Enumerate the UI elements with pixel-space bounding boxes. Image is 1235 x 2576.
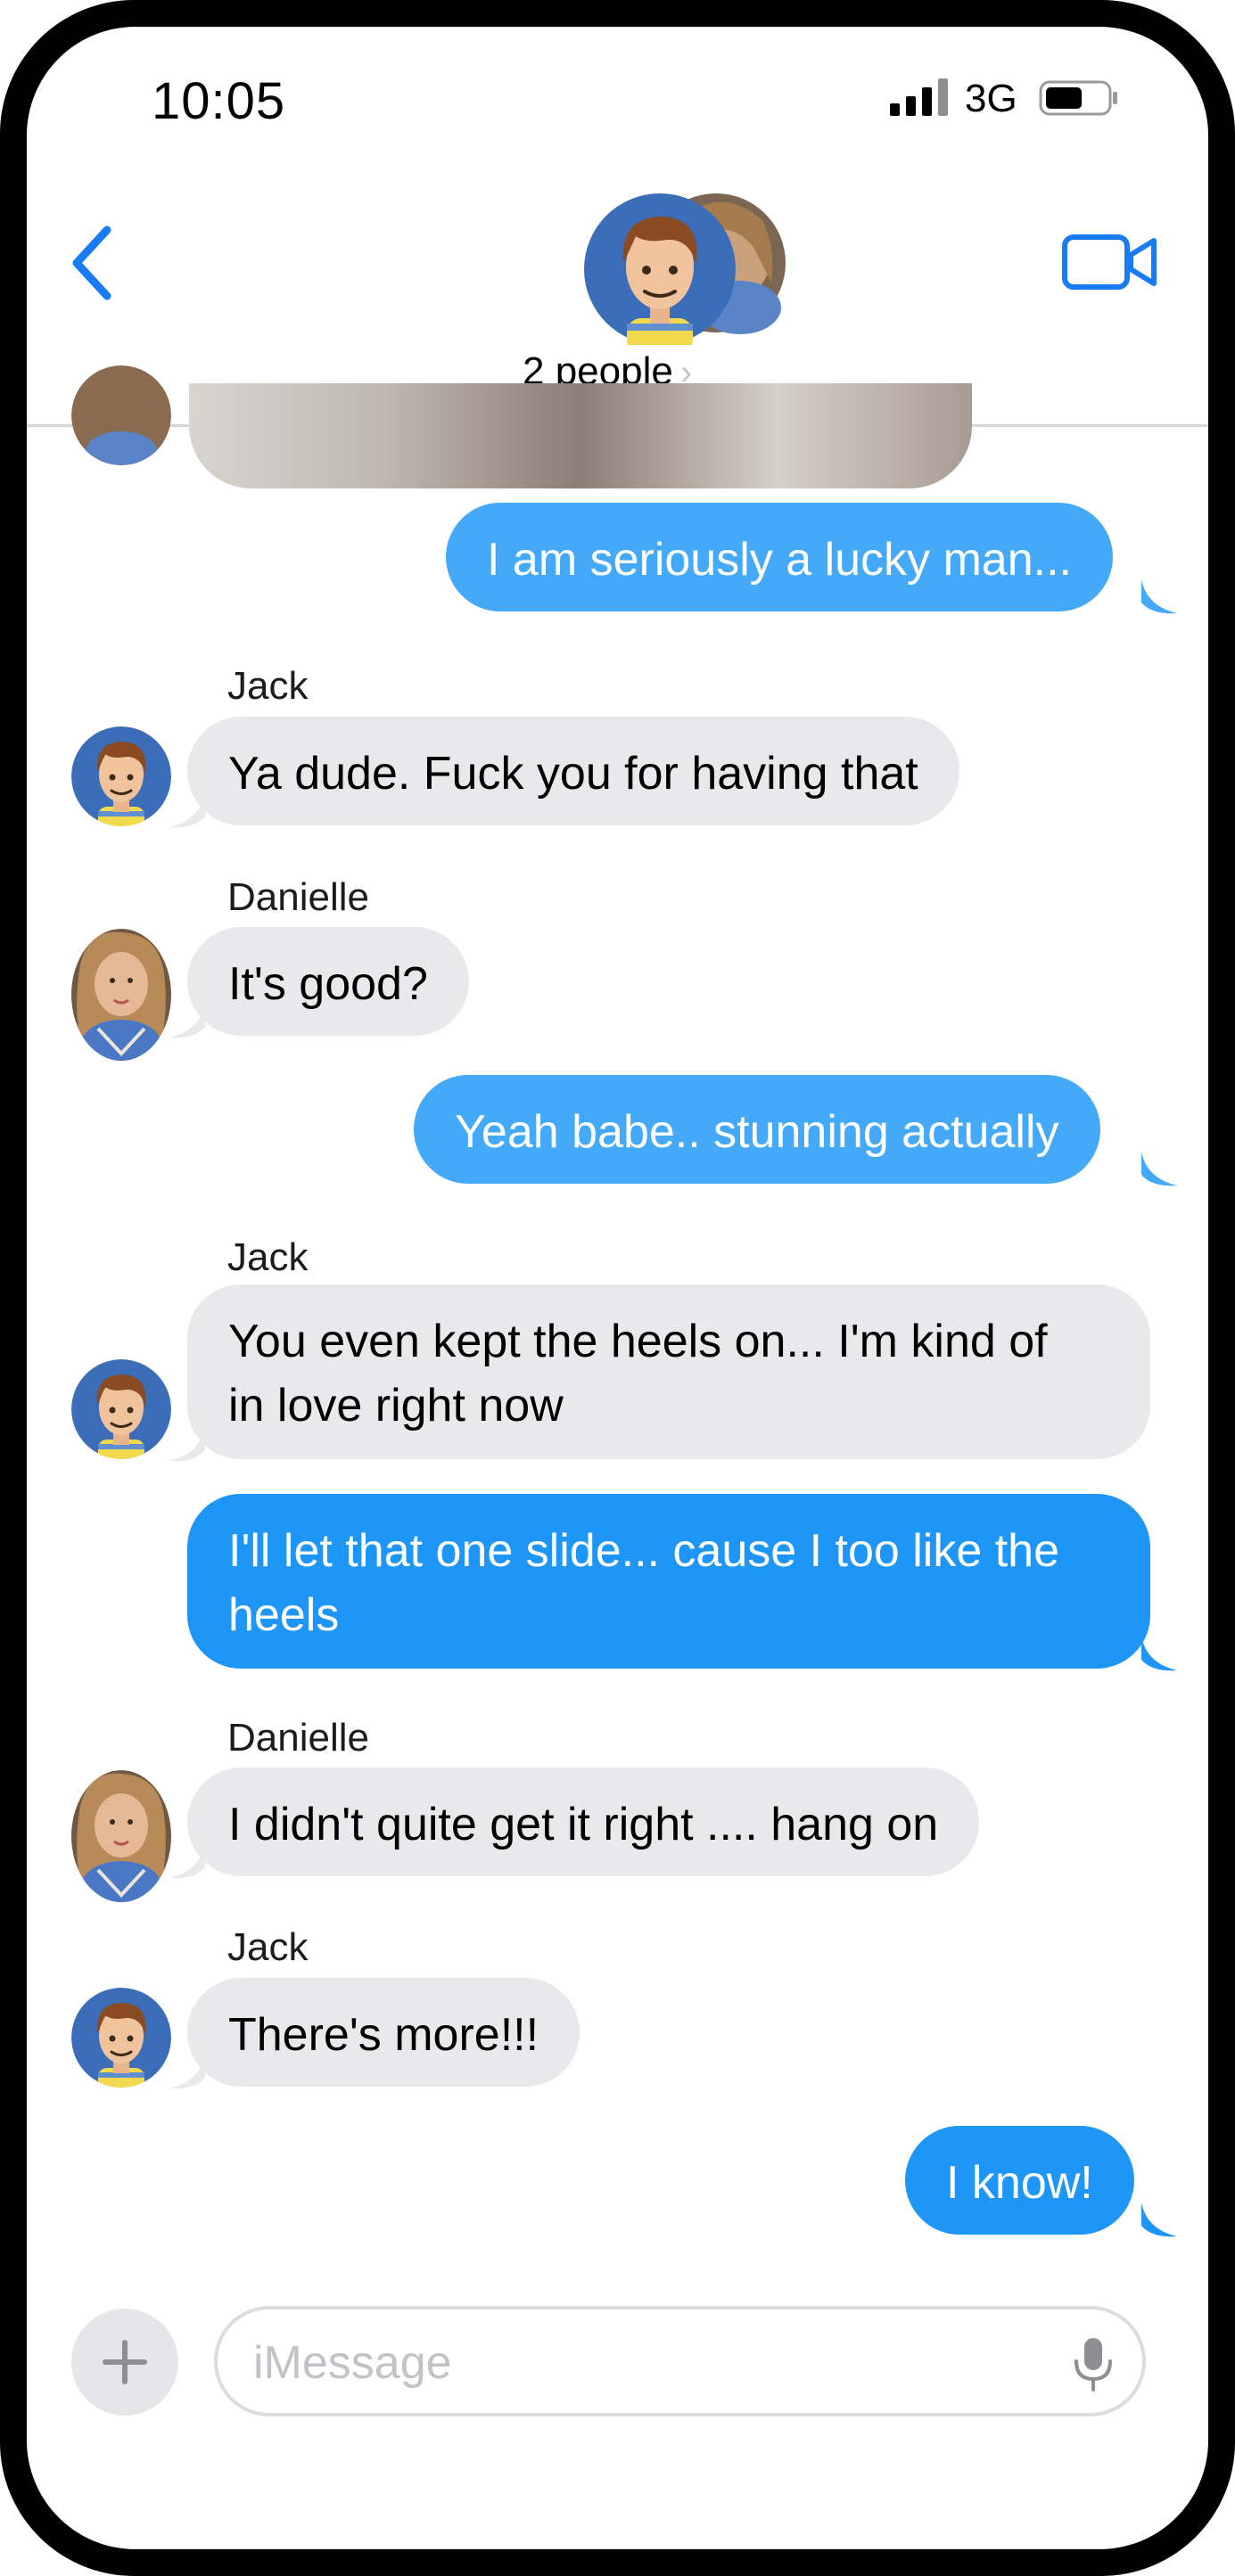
message-incoming[interactable]: There's more!!! bbox=[187, 1978, 580, 2087]
message-text: There's more!!! bbox=[228, 2009, 539, 2061]
bubble-tail bbox=[1141, 2203, 1177, 2237]
sender-name: Jack bbox=[227, 1235, 309, 1279]
status-time: 10:05 bbox=[152, 72, 286, 130]
battery-icon bbox=[1039, 80, 1117, 116]
message-text-line: in love right now bbox=[228, 1380, 564, 1432]
sender-name: Danielle bbox=[227, 1716, 369, 1760]
avatar-jack bbox=[71, 726, 171, 826]
phone-frame: 10:05 3G 2 people › I am seriously a luc… bbox=[0, 0, 1235, 2576]
message-incoming[interactable]: Ya dude. Fuck you for having that bbox=[187, 717, 959, 825]
sender-name: Danielle bbox=[227, 875, 369, 919]
messages-screen: 10:05 3G 2 people › I am seriously a luc… bbox=[27, 27, 1208, 2549]
bubble-tail bbox=[1141, 579, 1177, 614]
message-incoming[interactable]: It's good? bbox=[187, 927, 469, 1036]
message-incoming[interactable]: You even kept the heels on... I'm kind o… bbox=[187, 1284, 1150, 1459]
avatar-jack bbox=[71, 1359, 171, 1459]
message-text-line: heels bbox=[228, 1589, 340, 1641]
message-outgoing[interactable]: I'll let that one slide... cause I too l… bbox=[187, 1494, 1150, 1669]
microphone-icon[interactable] bbox=[1071, 2336, 1116, 2391]
bubble-tail bbox=[169, 1844, 205, 1879]
avatar-danielle bbox=[71, 929, 171, 1061]
message-text: I didn't quite get it right .... hang on bbox=[228, 1799, 939, 1850]
sender-name: Jack bbox=[227, 1925, 309, 1969]
plus-icon bbox=[103, 2340, 147, 2384]
bubble-tail bbox=[169, 2055, 205, 2089]
bubble-tail bbox=[169, 793, 205, 828]
message-compose-field[interactable] bbox=[214, 2306, 1146, 2416]
bubble-tail bbox=[169, 1427, 205, 1462]
apps-plus-button[interactable] bbox=[71, 2309, 178, 2416]
message-outgoing[interactable]: I am seriously a lucky man... bbox=[446, 503, 1113, 611]
sender-name: Jack bbox=[227, 664, 309, 708]
message-text-line: I'll let that one slide... cause I too l… bbox=[228, 1525, 1060, 1577]
message-text-line: You even kept the heels on... I'm kind o… bbox=[228, 1316, 1048, 1367]
message-outgoing[interactable]: I know! bbox=[905, 2126, 1134, 2235]
group-avatar[interactable] bbox=[584, 193, 789, 345]
bubble-tail bbox=[1141, 1637, 1177, 1671]
message-text: I know! bbox=[946, 2157, 1093, 2209]
video-call-icon[interactable] bbox=[1061, 223, 1159, 298]
cellular-signal-icon bbox=[890, 78, 948, 116]
back-chevron-icon[interactable] bbox=[68, 223, 121, 303]
message-outgoing[interactable]: Yeah babe.. stunning actually bbox=[414, 1075, 1100, 1184]
message-text: Yeah babe.. stunning actually bbox=[455, 1106, 1059, 1158]
message-incoming[interactable]: I didn't quite get it right .... hang on bbox=[187, 1768, 980, 1876]
avatar-danielle bbox=[71, 1770, 171, 1902]
bubble-tail bbox=[169, 1004, 205, 1038]
message-text: I am seriously a lucky man... bbox=[487, 534, 1072, 586]
network-type: 3G bbox=[965, 77, 1017, 120]
shared-photo-partial[interactable] bbox=[189, 383, 972, 488]
avatar-danielle-partial bbox=[71, 365, 171, 465]
avatar-jack bbox=[71, 1988, 171, 2088]
message-text: Ya dude. Fuck you for having that bbox=[228, 748, 918, 800]
message-text: It's good? bbox=[228, 958, 428, 1010]
bubble-tail bbox=[1141, 1152, 1177, 1186]
imessage-input[interactable] bbox=[253, 2333, 1038, 2393]
